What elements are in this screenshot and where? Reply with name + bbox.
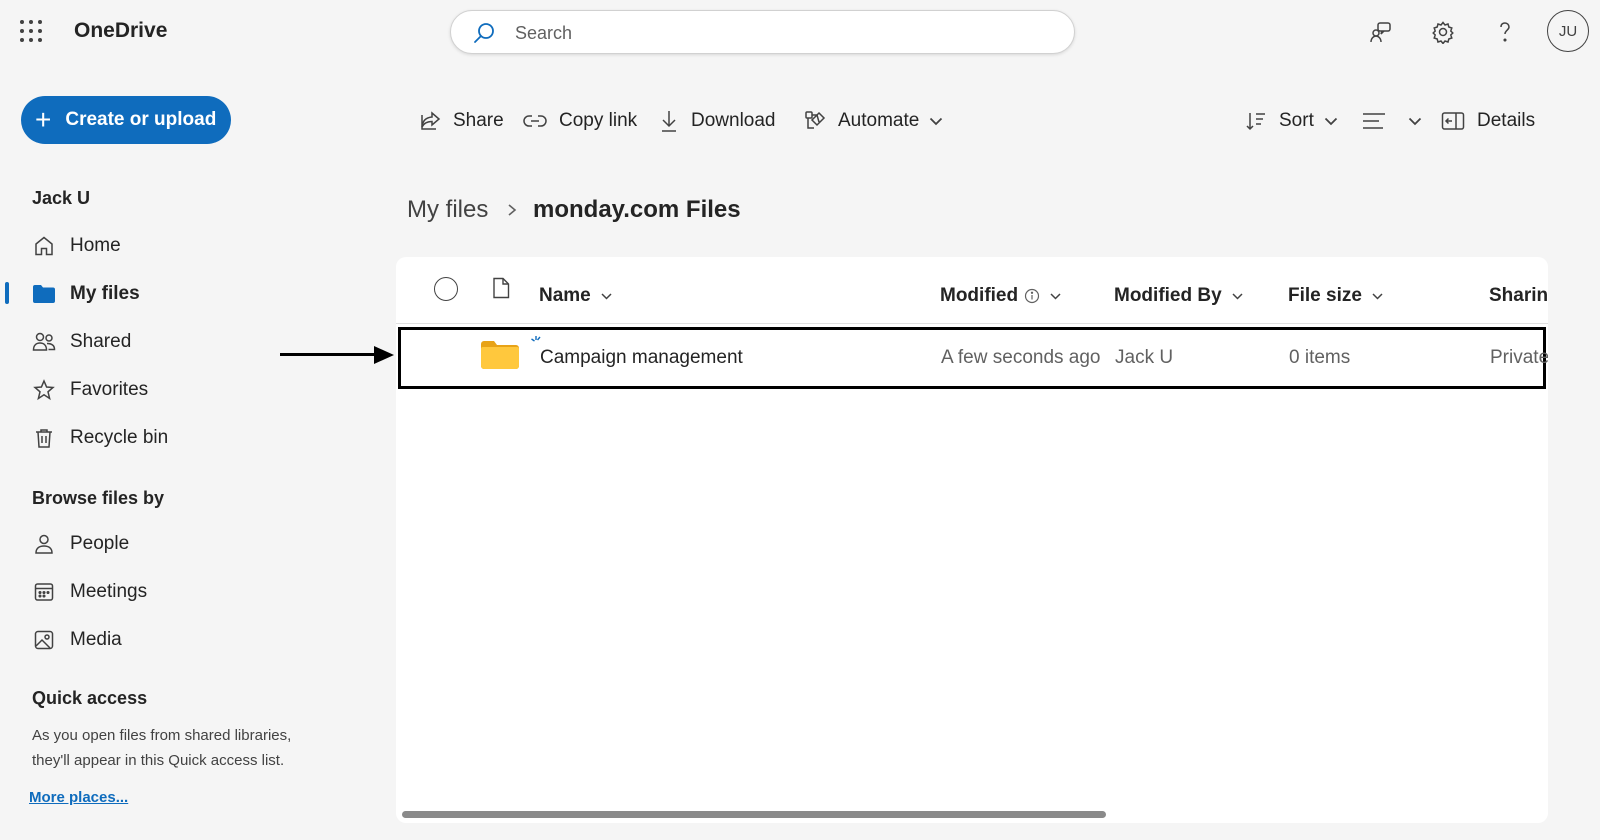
- sidebar-item-label: Recycle bin: [70, 427, 169, 448]
- quick-access-heading: Quick access: [32, 688, 148, 708]
- more-places-link[interactable]: More places...: [29, 789, 128, 806]
- column-header-modified-by[interactable]: Modified By: [1114, 285, 1243, 307]
- sidebar-item-shared[interactable]: Shared: [32, 324, 131, 360]
- sort-button[interactable]: Sort: [1245, 104, 1338, 138]
- download-label: Download: [691, 110, 776, 131]
- column-label: Name: [539, 285, 591, 306]
- sidebar-item-home[interactable]: Home: [32, 228, 121, 264]
- create-or-upload-button[interactable]: + Create or upload: [21, 96, 231, 144]
- star-icon: [32, 378, 56, 402]
- top-bar: OneDrive Search JU: [0, 0, 1600, 64]
- link-icon: [523, 114, 547, 128]
- image-icon: [32, 628, 56, 652]
- person-icon: [32, 532, 56, 556]
- sidebar-item-my-files[interactable]: My files: [32, 276, 140, 312]
- sidebar-item-people[interactable]: People: [32, 526, 129, 562]
- breadcrumb-parent[interactable]: My files: [407, 196, 488, 224]
- column-header-file-size[interactable]: File size: [1288, 285, 1383, 307]
- column-label: Modified: [940, 285, 1019, 306]
- row-modified-by[interactable]: Jack U: [1115, 347, 1173, 369]
- horizontal-scrollbar[interactable]: [402, 811, 1106, 818]
- plus-icon: +: [35, 104, 52, 135]
- column-header-modified[interactable]: Modified: [940, 285, 1061, 307]
- row-modified: A few seconds ago: [941, 347, 1101, 368]
- search-placeholder: Search: [515, 23, 573, 43]
- avatar[interactable]: JU: [1547, 10, 1589, 52]
- page-title: monday.com Files: [533, 196, 741, 223]
- folder-icon: [32, 282, 56, 306]
- create-button-label: Create or upload: [65, 109, 217, 130]
- settings-icon[interactable]: [1427, 16, 1459, 48]
- select-all-checkbox[interactable]: [434, 277, 458, 301]
- column-header-name[interactable]: Name: [539, 285, 612, 307]
- sidebar-item-meetings[interactable]: Meetings: [32, 574, 147, 610]
- sidebar-item-label: Home: [70, 235, 121, 256]
- chevron-down-icon: [1232, 292, 1243, 300]
- view-options-button[interactable]: [1362, 104, 1422, 138]
- chevron-right-icon: [506, 199, 518, 226]
- sidebar-item-label: Shared: [70, 331, 132, 352]
- download-button[interactable]: Download: [659, 104, 776, 138]
- user-name-heading: Jack U: [32, 188, 91, 208]
- share-button[interactable]: Share: [419, 104, 504, 138]
- sidebar-item-recycle-bin[interactable]: Recycle bin: [32, 420, 168, 456]
- help-icon[interactable]: [1489, 16, 1521, 48]
- sidebar-item-label: My files: [70, 283, 140, 304]
- sidebar-item-label: Meetings: [70, 581, 148, 602]
- quick-access-description: As you open files from shared libraries,…: [32, 727, 292, 769]
- file-list: Name Modified Modified By File size Shar…: [396, 257, 1548, 823]
- details-label: Details: [1477, 110, 1536, 131]
- header-divider: [396, 323, 1548, 324]
- sort-icon: [1245, 110, 1267, 132]
- copy-link-label: Copy link: [559, 110, 638, 131]
- chevron-down-icon: [1408, 117, 1422, 126]
- download-icon: [659, 109, 679, 133]
- share-label: Share: [453, 110, 504, 131]
- file-type-icon: [492, 277, 510, 304]
- automate-button[interactable]: Automate: [804, 104, 943, 138]
- info-icon[interactable]: [1024, 288, 1040, 304]
- chevron-down-icon: [1372, 292, 1383, 300]
- row-name[interactable]: Campaign management: [540, 347, 743, 369]
- home-icon: [32, 234, 56, 258]
- sidebar-item-label: Favorites: [70, 379, 149, 400]
- search-icon: [473, 22, 495, 49]
- column-header-sharing[interactable]: Sharing: [1489, 285, 1548, 307]
- trash-icon: [32, 426, 56, 450]
- automate-icon: [804, 110, 826, 132]
- folder-icon: [481, 340, 519, 375]
- sidebar-item-favorites[interactable]: Favorites: [32, 372, 148, 408]
- calendar-icon: [32, 580, 56, 604]
- copy-link-button[interactable]: Copy link: [523, 104, 637, 138]
- people-icon: [32, 330, 56, 354]
- sidebar-item-label: People: [70, 533, 130, 554]
- browse-files-heading: Browse files by: [32, 488, 165, 508]
- details-button[interactable]: Details: [1441, 104, 1535, 138]
- row-file-size: 0 items: [1289, 347, 1351, 368]
- chevron-down-icon: [1050, 292, 1061, 300]
- chevron-down-icon: [1324, 117, 1338, 126]
- column-label: File size: [1288, 285, 1362, 306]
- search-input[interactable]: Search: [450, 10, 1075, 54]
- share-icon: [419, 110, 441, 132]
- annotation-arrow-head: [374, 346, 394, 364]
- annotation-arrow-line: [280, 353, 376, 356]
- list-view-icon: [1362, 112, 1386, 130]
- app-title[interactable]: OneDrive: [74, 19, 167, 43]
- sidebar-item-media[interactable]: Media: [32, 622, 122, 658]
- chevron-down-icon: [601, 292, 612, 300]
- row-sharing[interactable]: Private: [1490, 347, 1548, 369]
- active-indicator: [5, 282, 9, 304]
- automate-label: Automate: [838, 110, 920, 131]
- sidebar-item-label: Media: [70, 629, 122, 650]
- details-pane-icon: [1441, 111, 1465, 131]
- app-launcher-icon[interactable]: [20, 20, 42, 42]
- column-label: Sharing: [1489, 285, 1548, 306]
- feedback-icon[interactable]: [1365, 16, 1397, 48]
- column-label: Modified By: [1114, 285, 1222, 306]
- chevron-down-icon: [929, 117, 943, 126]
- sort-label: Sort: [1279, 110, 1314, 131]
